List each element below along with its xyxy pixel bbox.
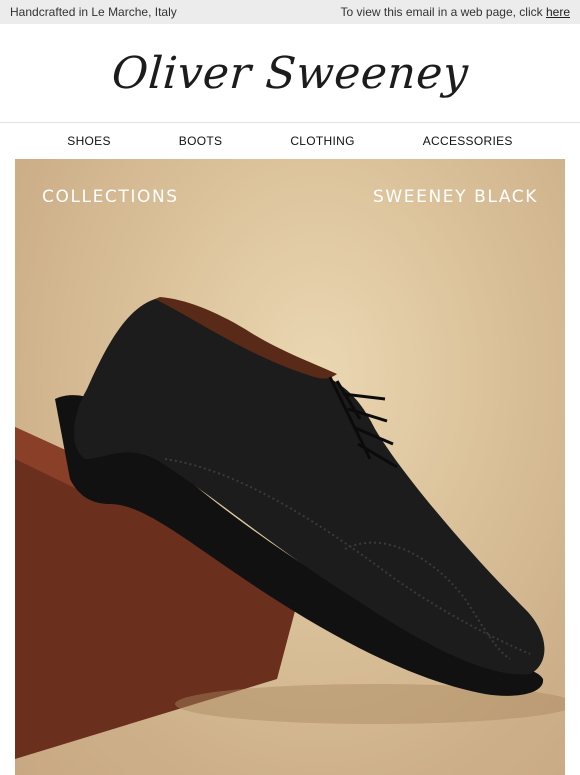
nav-item-accessories[interactable]: ACCESSORIES: [389, 134, 547, 148]
brand-logo[interactable]: Oliver Sweeney: [110, 48, 470, 99]
preheader-tagline: Handcrafted in Le Marche, Italy: [10, 5, 177, 19]
collection-name-label[interactable]: SWEENEY BLACK: [373, 187, 538, 207]
view-in-browser-label: To view this email in a web page, click: [340, 5, 546, 19]
hero-image: [15, 297, 565, 759]
nav-item-boots[interactable]: BOOTS: [145, 134, 257, 148]
main-nav: SHOES BOOTS CLOTHING ACCESSORIES: [0, 123, 580, 158]
view-in-browser-link[interactable]: here: [546, 5, 570, 19]
hero-banner[interactable]: COLLECTIONS SWEENEY BLACK: [15, 159, 565, 775]
preheader-bar: Handcrafted in Le Marche, Italy To view …: [0, 0, 580, 24]
collections-label[interactable]: COLLECTIONS: [42, 187, 179, 207]
nav-item-shoes[interactable]: SHOES: [33, 134, 145, 148]
nav-item-clothing[interactable]: CLOTHING: [256, 134, 388, 148]
view-in-browser-text: To view this email in a web page, click …: [341, 5, 570, 19]
brand-header: Oliver Sweeney: [0, 24, 580, 123]
